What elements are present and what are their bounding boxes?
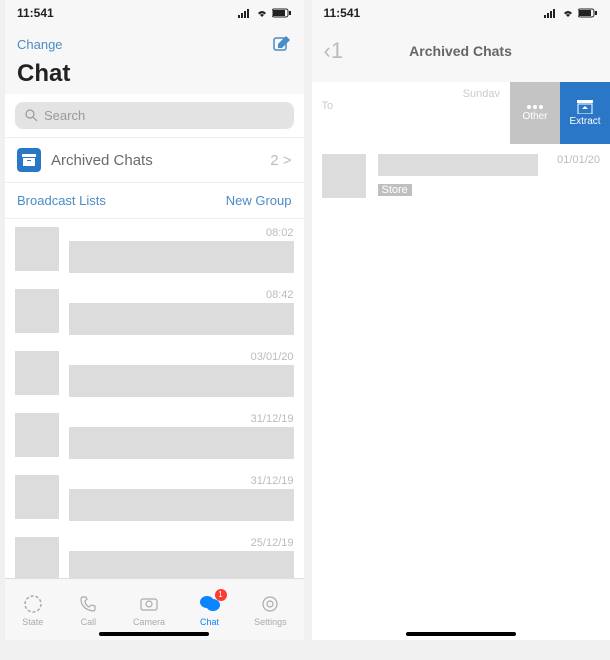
broadcast-lists-button[interactable]: Broadcast Lists [17,193,106,208]
phone-icon [77,593,99,615]
wifi-icon [255,8,269,18]
tab-bar: State Call Camera 1 Chat Settings [5,578,304,640]
chat-date: 01/01/20 [557,154,600,166]
avatar [15,413,59,457]
tab-chat[interactable]: 1 Chat [199,593,221,627]
battery-icon [578,8,598,18]
back-button[interactable]: ‹1 [324,38,344,64]
message-preview [69,365,294,397]
status-icons [238,6,292,20]
tab-settings[interactable]: Settings [254,593,287,627]
archived-label: Archived Chats [51,152,270,169]
archived-chats-row[interactable]: Archived Chats 2 > [5,137,304,183]
chat-row[interactable]: 08:42 [5,281,304,343]
swipe-to: To [322,100,334,112]
avatar [15,289,59,333]
tab-call[interactable]: Call [77,593,99,627]
status-icons [544,6,598,20]
chat-row[interactable]: 08:02 [5,219,304,281]
list-actions: Broadcast Lists New Group [5,183,304,219]
chat-time: 25/12/19 [69,537,294,549]
message-preview [69,241,294,273]
search-icon [25,109,38,122]
compose-icon[interactable] [272,34,292,54]
wifi-icon [561,8,575,18]
chat-time: 03/01/20 [69,351,294,363]
swipe-day: Sundav [463,88,500,100]
swipe-content: Sundav To [312,82,511,144]
phone-left: 11:541 Change Chat Search Archived Chats… [5,0,304,640]
state-icon [22,593,44,615]
chat-time: 31/12/19 [69,475,294,487]
avatar [15,537,59,581]
change-button[interactable]: Change [17,37,63,52]
chat-row[interactable]: 31/12/19 [5,405,304,467]
unarchive-icon [577,100,593,114]
archive-box-icon [17,148,41,172]
status-bar: 11:541 [5,0,304,26]
search-placeholder: Search [44,108,85,123]
message-preview [69,489,294,521]
chat-row[interactable]: 03/01/20 [5,343,304,405]
chat-row[interactable]: 31/12/19 [5,467,304,529]
status-bar: 11:541 [312,0,610,26]
archived-header: ‹1 Archived Chats [312,26,610,82]
tab-camera[interactable]: Camera [133,593,165,627]
chat-icon: 1 [199,593,221,615]
chat-time: 31/12/19 [69,413,294,425]
chat-time: 08:02 [69,227,294,239]
phone-right: 11:541 ‹1 Archived Chats Sundav To Other… [312,0,610,640]
badge: 1 [215,589,227,601]
avatar [15,227,59,271]
home-indicator [406,632,516,636]
chat-header: Change Chat [5,26,304,94]
message-preview [378,154,538,176]
status-time: 11:541 [17,6,54,20]
tab-state[interactable]: State [22,593,44,627]
swipe-extract-button[interactable]: Extract [560,82,610,144]
archived-count: 2 > [270,152,291,169]
archived-chat-row[interactable]: 01/01/20 Store [312,144,610,208]
chat-list: 08:02 08:42 03/01/20 31/12/19 31/12/19 2… [5,219,304,591]
page-title: Chat [17,60,292,88]
avatar [15,475,59,519]
search-input[interactable]: Search [15,102,294,129]
message-preview [69,427,294,459]
chat-time: 08:42 [69,289,294,301]
swipe-other-button[interactable]: Other [510,82,560,144]
store-badge: Store [378,184,412,196]
page-title: Archived Chats [363,43,558,59]
dots-icon [526,105,544,109]
swiped-chat-row[interactable]: Sundav To Other Extract [312,82,610,144]
home-indicator [99,632,209,636]
camera-icon [138,593,160,615]
signal-icon [238,8,252,18]
signal-icon [544,8,558,18]
gear-icon [259,593,281,615]
avatar [322,154,366,198]
battery-icon [272,8,292,18]
message-preview [69,303,294,335]
new-group-button[interactable]: New Group [226,193,292,208]
status-time: 11:541 [324,6,361,20]
avatar [15,351,59,395]
